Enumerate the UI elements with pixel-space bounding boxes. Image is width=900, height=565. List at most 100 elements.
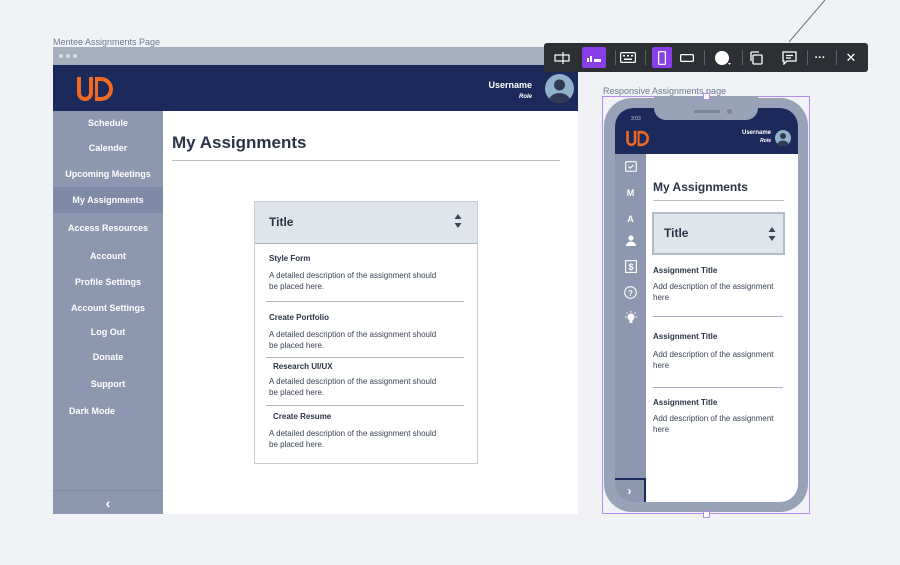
toolbar-divider — [742, 50, 743, 65]
rail-letter-a[interactable]: A — [615, 214, 646, 224]
breakpoints-icon — [587, 55, 601, 62]
fill-color-button[interactable] — [712, 47, 734, 68]
desktop-frame: Username Role Schedule Calender Upcoming… — [53, 47, 578, 514]
portrait-button[interactable] — [652, 47, 672, 68]
sidebar-item-account-settings[interactable]: Account Settings — [53, 303, 163, 313]
assignment-title: Create Resume — [273, 412, 332, 421]
assignment-title[interactable]: Assignment Title — [653, 398, 717, 407]
window-dots — [59, 54, 77, 58]
toolbar-divider — [836, 50, 837, 65]
main-content: My Assignments Title Style Form A detail… — [163, 111, 578, 514]
color-circle-icon — [715, 50, 731, 65]
sidebar-item-calender[interactable]: Calender — [53, 143, 163, 153]
sidebar-item-log-out[interactable]: Log Out — [53, 327, 163, 337]
sidebar-item-upcoming-meetings[interactable]: Upcoming Meetings — [53, 169, 163, 179]
assignment-title[interactable]: Assignment Title — [653, 266, 717, 275]
sort-icon[interactable] — [454, 213, 462, 229]
toolbar-divider — [645, 50, 646, 65]
table-row[interactable]: Create Resume A detailed description of … — [255, 406, 477, 462]
breakpoints-button[interactable] — [582, 47, 606, 68]
landscape-button[interactable] — [677, 47, 697, 68]
resize-handle-bottom[interactable] — [703, 511, 710, 518]
mobile-table-header[interactable]: Title — [652, 212, 785, 255]
phone-camera — [727, 109, 732, 114]
assignment-description: A detailed description of the assignment… — [269, 330, 437, 350]
assignment-title: Style Form — [269, 254, 311, 263]
title-divider — [653, 200, 784, 201]
resize-icon — [554, 51, 570, 64]
user-avatar-icon — [777, 133, 789, 146]
toolbar-divider — [615, 50, 616, 65]
keyboard-button[interactable] — [618, 47, 638, 68]
sidebar-item-profile-settings[interactable]: Profile Settings — [53, 277, 163, 287]
assignment-description: A detailed description of the assignment… — [269, 429, 437, 449]
lightbulb-icon[interactable] — [615, 311, 646, 327]
resize-frame-button[interactable] — [552, 47, 572, 68]
mobile-sidebar-rail: M A $ ? › — [615, 154, 646, 502]
phone-speaker — [694, 110, 720, 113]
assignment-title[interactable]: Assignment Title — [653, 332, 717, 341]
row-divider — [653, 387, 783, 388]
sidebar-item-dark-mode[interactable]: Dark Mode — [53, 406, 163, 416]
sort-icon[interactable] — [768, 226, 776, 242]
resize-handle-top[interactable] — [703, 93, 710, 100]
avatar[interactable] — [545, 74, 574, 103]
assignment-title: Create Portfolio — [269, 313, 330, 322]
help-icon[interactable]: ? — [615, 286, 646, 301]
landscape-icon — [680, 53, 694, 62]
status-time: 3:03 — [631, 116, 641, 122]
table-row[interactable]: Style Form A detailed description of the… — [255, 244, 477, 302]
user-info[interactable]: Username Role — [742, 130, 771, 144]
role-label: Role — [518, 94, 532, 100]
table-row[interactable]: Research UI/UX A detailed description of… — [255, 358, 477, 406]
comment-icon — [781, 50, 797, 65]
duplicate-button[interactable] — [746, 47, 766, 68]
toolbar-divider — [704, 50, 705, 65]
sidebar-item-donate[interactable]: Donate — [53, 352, 163, 362]
sidebar-item-my-assignments[interactable]: My Assignments — [53, 187, 163, 213]
sidebar-item-access-resources[interactable]: Access Resources — [53, 223, 163, 233]
svg-text:?: ? — [628, 289, 633, 298]
row-divider — [653, 316, 783, 317]
toolbar-divider — [807, 50, 808, 65]
title-divider — [172, 160, 560, 161]
table-header-label: Title — [269, 215, 294, 229]
brand-logo-icon[interactable] — [625, 129, 649, 148]
rail-letter-m[interactable]: M — [615, 188, 646, 198]
user-avatar-icon — [548, 79, 571, 103]
donate-dollar-icon[interactable]: $ — [615, 260, 646, 275]
table-header-label: Title — [664, 226, 689, 240]
user-info[interactable]: Username Role — [488, 80, 532, 100]
calendar-icon[interactable] — [615, 160, 646, 174]
table-header[interactable]: Title — [255, 202, 477, 244]
sidebar-item-schedule[interactable]: Schedule — [53, 118, 163, 128]
role-label: Role — [760, 138, 771, 144]
sidebar-item-account[interactable]: Account — [53, 251, 163, 261]
keyboard-icon — [620, 52, 636, 63]
window-titlebar — [53, 47, 578, 65]
assignment-description: Add description of the assignment here — [653, 350, 774, 370]
more-options-button[interactable]: ··· — [810, 47, 830, 68]
brand-logo-icon[interactable] — [75, 75, 113, 103]
sidebar-item-support[interactable]: Support — [53, 379, 163, 389]
sidebar-collapse-button[interactable]: ‹ — [53, 490, 163, 514]
desktop-frame-label: Mentee Assignments Page — [53, 37, 161, 47]
app-header: Username Role — [53, 65, 578, 111]
close-button[interactable]: ✕ — [841, 47, 861, 68]
username-label: Username — [741, 130, 771, 136]
assignment-description: Add description of the assignment here — [653, 414, 774, 434]
account-icon[interactable] — [615, 234, 646, 248]
copy-icon — [750, 50, 763, 65]
svg-text:$: $ — [628, 262, 633, 272]
annotation-pointer-icon — [788, 0, 826, 43]
comment-button[interactable] — [779, 47, 799, 68]
assignment-description: A detailed description of the assignment… — [269, 377, 437, 397]
assignments-table: Title Style Form A detailed description … — [254, 201, 478, 464]
rail-expand-button[interactable]: › — [615, 478, 646, 502]
assignment-title: Research UI/UX — [273, 362, 333, 371]
avatar[interactable] — [775, 130, 791, 146]
editor-toolbar: ··· ✕ — [544, 43, 868, 72]
sidebar: Schedule Calender Upcoming Meetings My A… — [53, 111, 163, 514]
portrait-icon — [657, 50, 667, 65]
table-row[interactable]: Create Portfolio A detailed description … — [255, 302, 477, 358]
